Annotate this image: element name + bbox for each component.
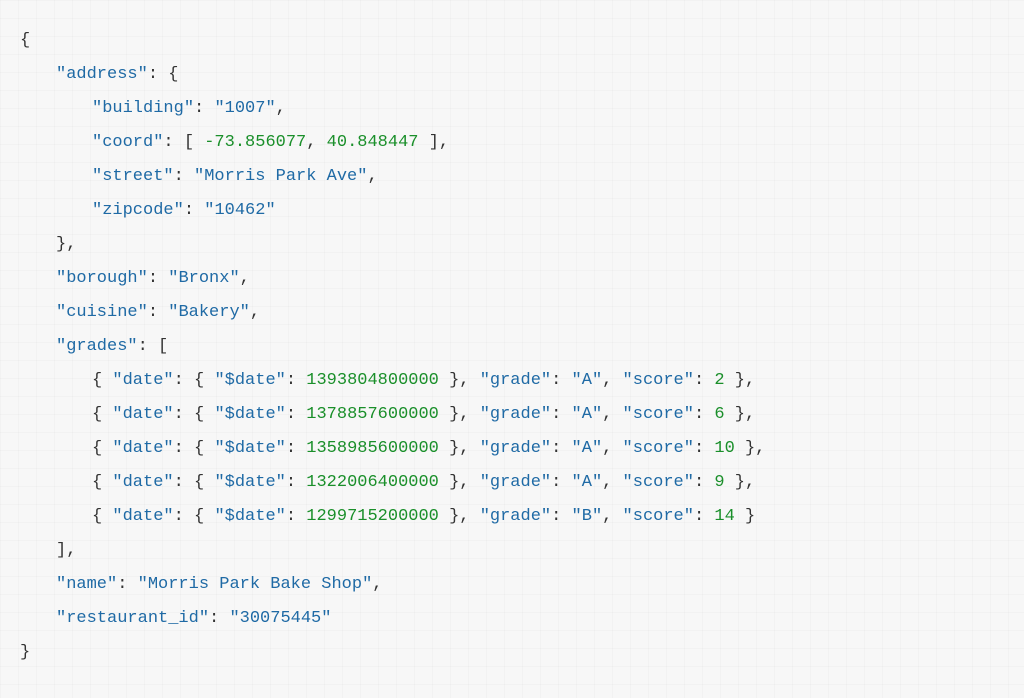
grade-4-score: 14 [714,507,734,526]
value-coord-1: 40.848447 [327,133,419,152]
grade-1-score: 6 [714,405,724,424]
grade-0-date: 1393804800000 [306,371,439,390]
key-cuisine: cuisine [66,303,137,322]
value-restaurant-id: 30075445 [240,609,322,628]
key-grades: grades [66,337,127,356]
grade-2-score: 10 [714,439,734,458]
grade-4-date: 1299715200000 [306,507,439,526]
grade-3-date: 1322006400000 [306,473,439,492]
json-code-block: { "address": { "building": "1007", "coor… [20,24,1004,670]
value-cuisine: Bakery [178,303,239,322]
grade-2-date: 1358985600000 [306,439,439,458]
key-street: street [102,167,163,186]
grade-1-date: 1378857600000 [306,405,439,424]
value-street: Morris Park Ave [204,167,357,186]
key-coord: coord [102,133,153,152]
value-building: 1007 [225,99,266,118]
key-restaurant-id: restaurant_id [66,609,199,628]
key-name: name [66,575,107,594]
value-coord-0: -73.856077 [204,133,306,152]
key-borough: borough [66,269,137,288]
grade-0-grade: A [582,371,592,390]
key-building: building [102,99,184,118]
grade-0-score: 2 [714,371,724,390]
key-zipcode: zipcode [102,201,173,220]
grade-4-grade: B [582,507,592,526]
value-zipcode: 10462 [214,201,265,220]
grade-1-grade: A [582,405,592,424]
value-borough: Bronx [178,269,229,288]
grade-3-score: 9 [714,473,724,492]
key-address: address [66,65,137,84]
grade-3-grade: A [582,473,592,492]
grade-2-grade: A [582,439,592,458]
value-name: Morris Park Bake Shop [148,575,362,594]
